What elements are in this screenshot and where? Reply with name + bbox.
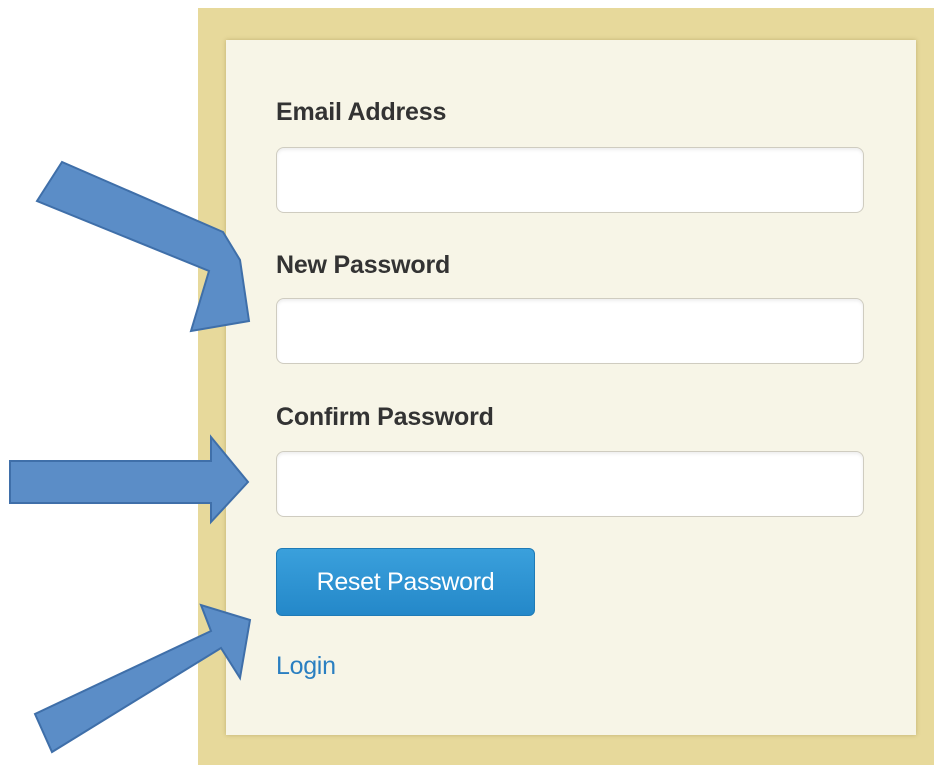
reset-password-panel <box>226 40 916 735</box>
login-link[interactable]: Login <box>276 652 336 681</box>
email-field[interactable] <box>276 147 864 213</box>
new-password-label: New Password <box>276 251 451 279</box>
confirm-password-label: Confirm Password <box>276 403 494 431</box>
email-label: Email Address <box>276 98 447 126</box>
page: Email Address New Password Confirm Passw… <box>0 0 934 765</box>
confirm-password-field[interactable] <box>276 451 864 517</box>
new-password-field[interactable] <box>276 298 864 364</box>
reset-password-button[interactable]: Reset Password <box>276 548 535 616</box>
